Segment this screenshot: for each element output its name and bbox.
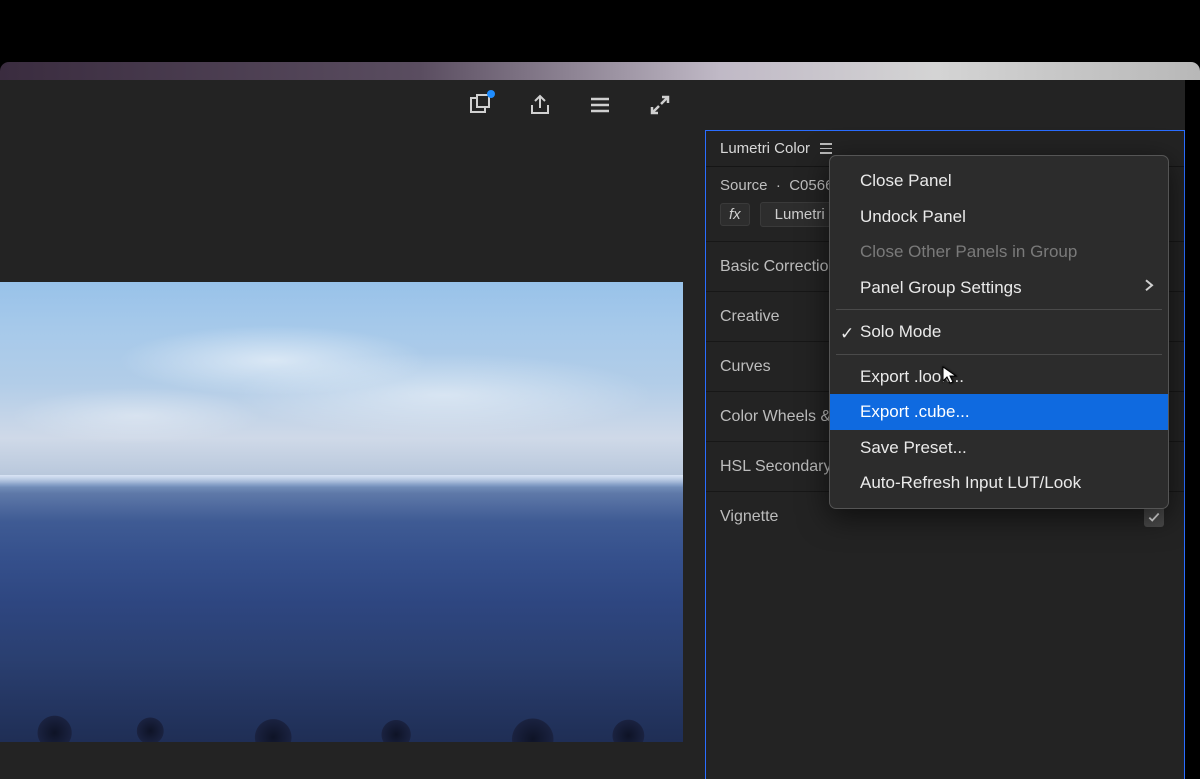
- submenu-arrow-icon: [1144, 275, 1154, 301]
- menu-item-solo-mode[interactable]: ✓ Solo Mode: [830, 314, 1168, 350]
- panel-title: Lumetri Color: [720, 140, 810, 157]
- menu-item-label: Solo Mode: [860, 322, 941, 341]
- menu-item-export-look[interactable]: Export .look...: [830, 359, 1168, 395]
- menu-separator: [836, 309, 1162, 310]
- section-label: Vignette: [720, 508, 778, 526]
- section-label: HSL Secondary: [720, 458, 831, 476]
- source-prefix: Source: [720, 177, 768, 194]
- menu-item-close-panel[interactable]: Close Panel: [830, 163, 1168, 199]
- menu-item-auto-refresh-lut[interactable]: Auto-Refresh Input LUT/Look: [830, 465, 1168, 501]
- menu-item-export-cube[interactable]: Export .cube...: [830, 394, 1168, 430]
- section-label: Creative: [720, 308, 780, 326]
- preview-area: [0, 80, 705, 779]
- panel-context-menu: Close Panel Undock Panel Close Other Pan…: [829, 155, 1169, 509]
- menu-item-close-others: Close Other Panels in Group: [830, 234, 1168, 270]
- menu-item-save-preset[interactable]: Save Preset...: [830, 430, 1168, 466]
- quick-export-icon[interactable]: [467, 92, 493, 118]
- section-enable-checkbox[interactable]: [1144, 507, 1164, 527]
- menu-separator: [836, 354, 1162, 355]
- menu-item-undock-panel[interactable]: Undock Panel: [830, 199, 1168, 235]
- program-monitor-preview: [0, 282, 683, 742]
- fx-toggle-icon[interactable]: fx: [720, 203, 750, 226]
- menu-item-label: Panel Group Settings: [860, 278, 1022, 297]
- notification-dot-icon: [487, 90, 495, 98]
- section-label: Color Wheels &: [720, 408, 831, 426]
- top-toolbar: [467, 80, 705, 130]
- checkmark-icon: ✓: [840, 321, 854, 347]
- menu-item-panel-group-settings[interactable]: Panel Group Settings: [830, 270, 1168, 306]
- fullscreen-icon[interactable]: [647, 92, 673, 118]
- window-titlebar: [0, 62, 1200, 80]
- section-label: Basic Correction: [720, 258, 837, 276]
- section-label: Curves: [720, 358, 771, 376]
- effect-selector[interactable]: Lumetri: [760, 202, 840, 227]
- share-icon[interactable]: [527, 92, 553, 118]
- panel-menu-icon[interactable]: [820, 143, 832, 154]
- workspace-menu-icon[interactable]: [587, 92, 613, 118]
